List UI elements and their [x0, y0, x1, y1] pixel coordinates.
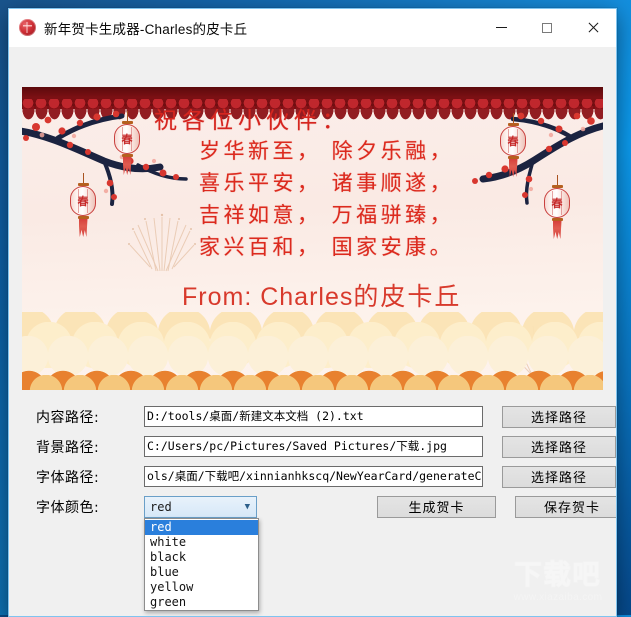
font-color-row: 字体颜色: red ▼ red white black blue yellow …	[9, 495, 616, 611]
minimize-button[interactable]	[478, 9, 524, 46]
font-color-option-blue[interactable]: blue	[145, 565, 258, 580]
window-title: 新年贺卡生成器-Charles的皮卡丘	[44, 21, 248, 37]
maximize-icon	[542, 22, 552, 33]
background-path-input[interactable]: C:/Users/pc/Pictures/Saved Pictures/下载.j…	[144, 436, 483, 457]
font-color-option-green[interactable]: green	[145, 595, 258, 610]
font-color-select-wrapper: red ▼ red white black blue yellow green	[144, 495, 259, 611]
window-controls	[478, 9, 616, 46]
minimize-icon	[495, 27, 507, 28]
font-color-option-black[interactable]: black	[145, 550, 258, 565]
card-verse-block: 岁华新至， 除夕乐融， 喜乐平安， 诸事顺遂， 吉祥如意， 万福骈臻， 家兴百和…	[199, 135, 454, 263]
card-from-name: 的皮卡丘	[353, 282, 462, 311]
close-button[interactable]	[570, 9, 616, 46]
background-path-label: 背景路径:	[36, 439, 100, 456]
card-verse-line: 吉祥如意， 万福骈臻，	[199, 203, 455, 227]
font-path-input[interactable]: ols/桌面/下载吧/xinnianhkscq/NewYearCard/gene…	[144, 466, 483, 487]
content-path-input[interactable]: D:/tools/桌面/新建文本文档 (2).txt	[144, 406, 483, 427]
window-client-area: 春 春 春 春 祝各位小伙伴： 岁华新至， 除夕乐融， 喜乐平安， 诸事顺遂， …	[9, 47, 616, 616]
card-verse-line: 岁华新至， 除夕乐融，	[199, 139, 455, 163]
card-from-line: From: Charles的皮卡丘	[182, 277, 461, 313]
card-from-prefix: From: Charles	[182, 283, 354, 311]
font-color-option-red[interactable]: red	[145, 519, 258, 535]
content-path-row: 内容路径: D:/tools/桌面/新建文本文档 (2).txt 选择路径	[9, 405, 616, 428]
font-color-select[interactable]: red ▼	[144, 495, 257, 518]
settings-form: 内容路径: D:/tools/桌面/新建文本文档 (2).txt 选择路径 背景…	[9, 405, 616, 611]
background-path-browse-button[interactable]: 选择路径	[502, 435, 616, 458]
app-window: 新年贺卡生成器-Charles的皮卡丘 春 春 春 春 祝各位小伙伴： 岁华新至…	[8, 8, 617, 617]
lantern-char: 春	[77, 194, 89, 208]
save-card-button[interactable]: 保存贺卡	[515, 495, 616, 518]
card-verse-line: 喜乐平安， 诸事顺遂，	[199, 171, 455, 195]
font-color-option-white[interactable]: white	[145, 535, 258, 550]
title-bar: 新年贺卡生成器-Charles的皮卡丘	[9, 9, 616, 47]
font-color-option-yellow[interactable]: yellow	[145, 580, 258, 595]
lantern-char: 春	[507, 134, 519, 148]
card-verse-line: 家兴百和， 国家安康。	[199, 235, 455, 259]
card-action-buttons: 生成贺卡 保存贺卡	[257, 495, 616, 518]
card-cloud-band-decoration	[22, 312, 603, 390]
content-path-label: 内容路径:	[36, 409, 100, 426]
maximize-button[interactable]	[524, 9, 570, 46]
font-color-dropdown-list: red white black blue yellow green	[144, 517, 259, 611]
font-color-selected-value: red	[150, 499, 172, 514]
chevron-down-icon: ▼	[244, 501, 250, 512]
font-color-label: 字体颜色:	[36, 499, 100, 516]
generate-card-button[interactable]: 生成贺卡	[377, 495, 496, 518]
font-path-row: 字体路径: ols/桌面/下载吧/xinnianhkscq/NewYearCar…	[9, 465, 616, 488]
lantern-char: 春	[551, 196, 563, 210]
app-red-seal-icon	[19, 19, 36, 36]
background-path-row: 背景路径: C:/Users/pc/Pictures/Saved Picture…	[9, 435, 616, 458]
greeting-card-preview: 春 春 春 春 祝各位小伙伴： 岁华新至， 除夕乐融， 喜乐平安， 诸事顺遂， …	[22, 87, 603, 390]
lantern-char: 春	[121, 132, 133, 146]
card-greeting-title: 祝各位小伙伴：	[154, 108, 350, 134]
content-path-browse-button[interactable]: 选择路径	[502, 405, 616, 428]
font-path-label: 字体路径:	[36, 469, 100, 486]
close-icon	[587, 22, 599, 34]
font-path-browse-button[interactable]: 选择路径	[502, 465, 616, 488]
